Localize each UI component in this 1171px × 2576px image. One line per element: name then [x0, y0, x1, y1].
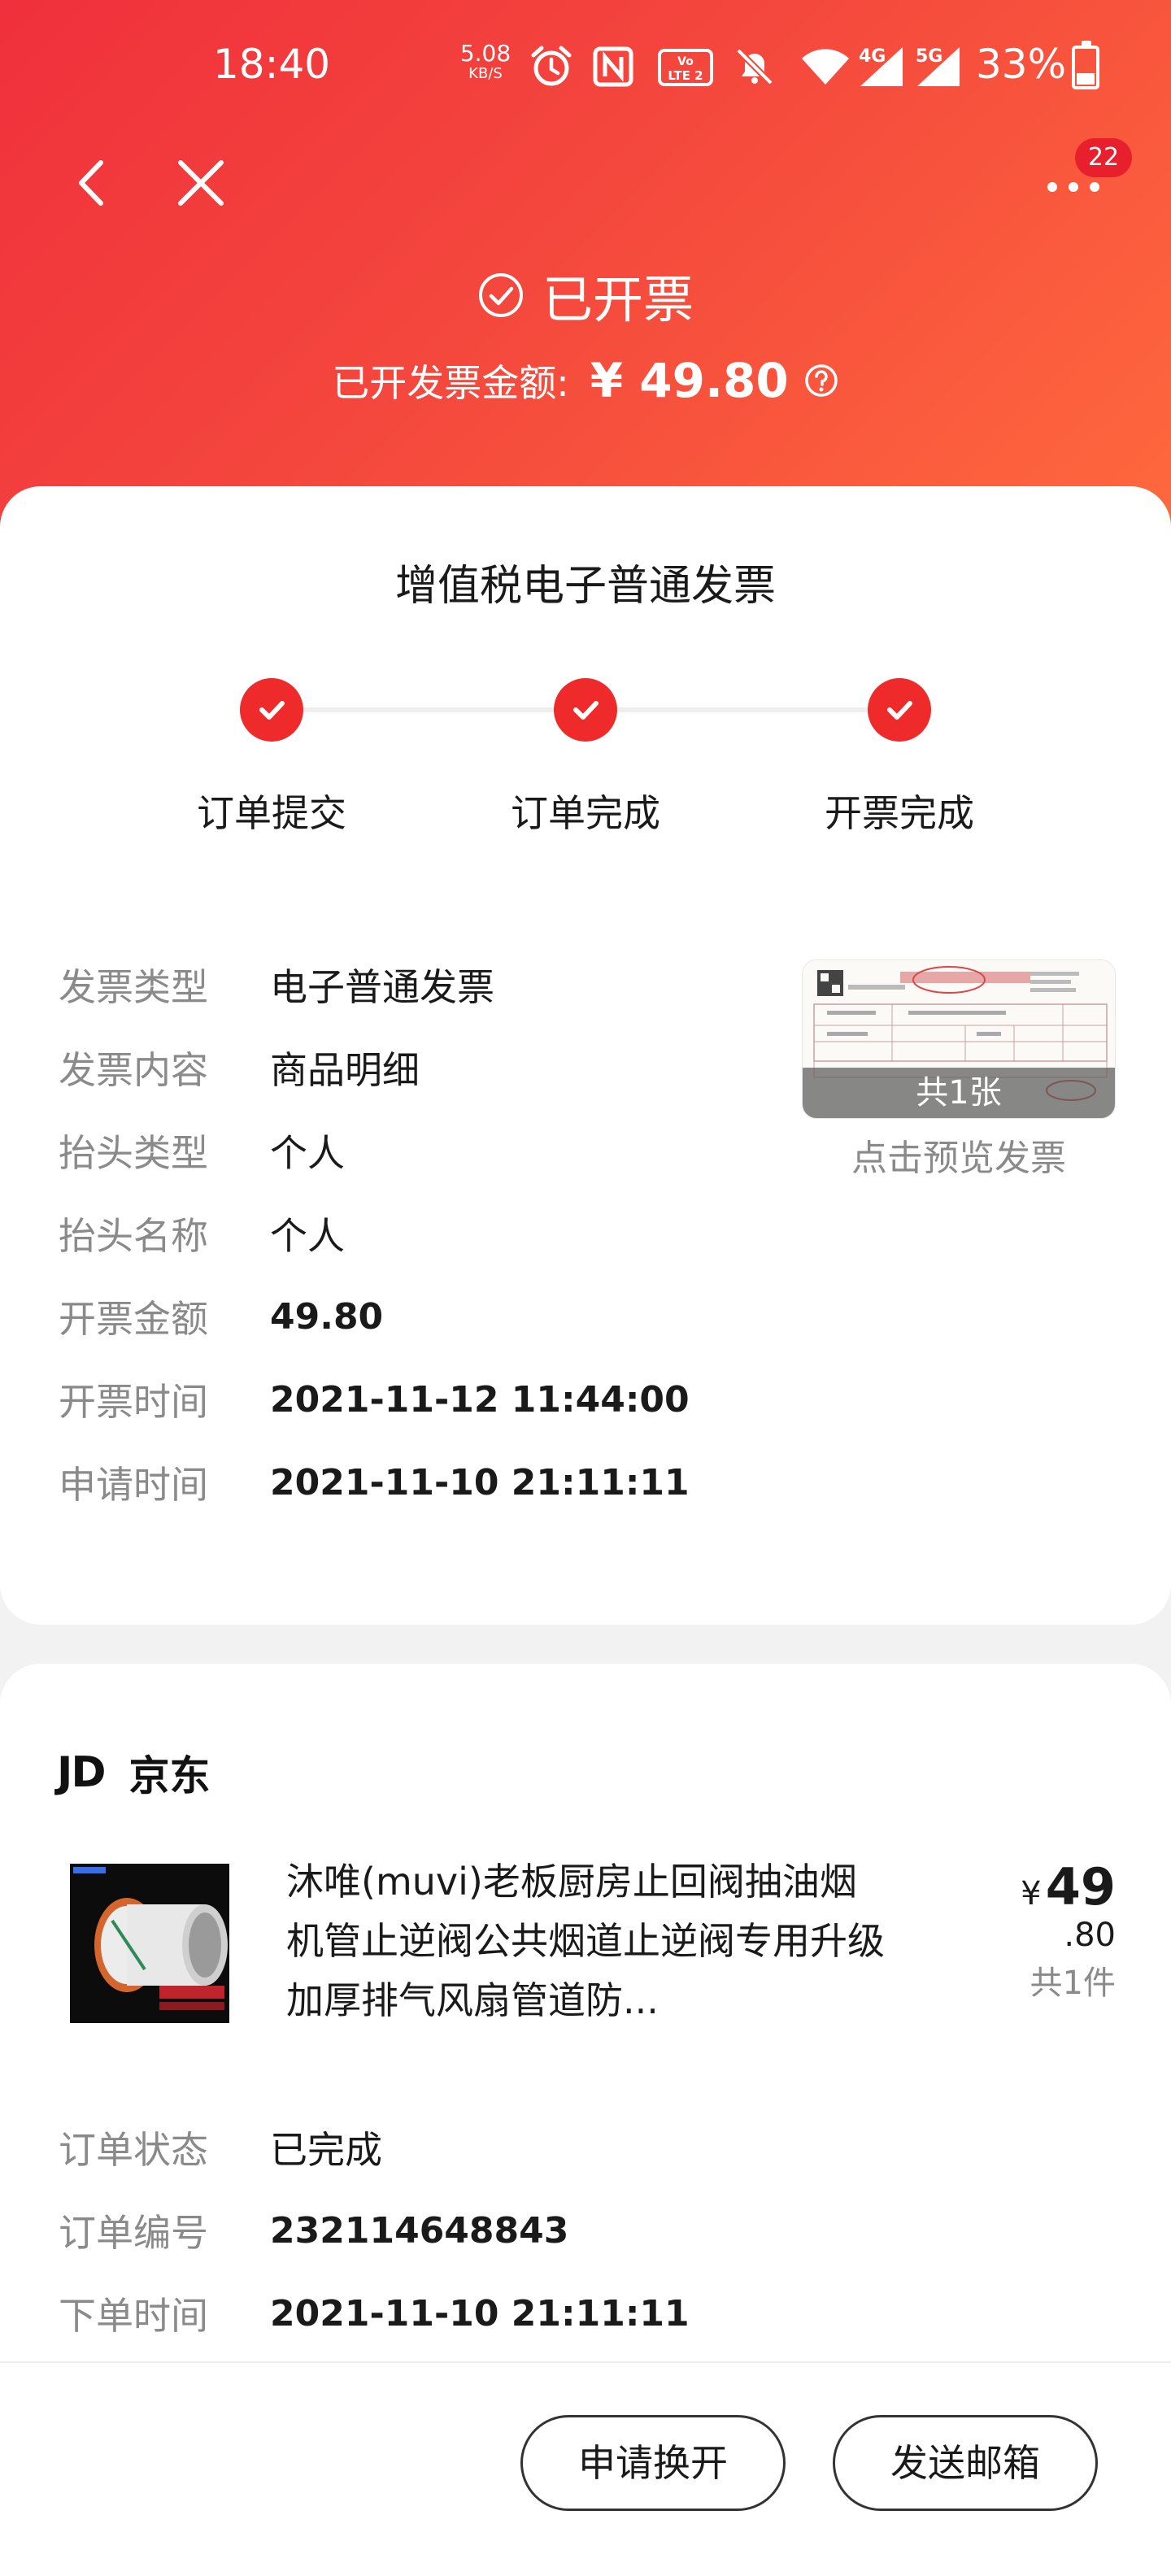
info-row-title-name: 抬头名称 个人: [59, 1205, 345, 1262]
send-email-button[interactable]: 发送邮箱: [833, 2415, 1098, 2511]
info-value: 49.80: [270, 1295, 384, 1338]
info-value: 个人: [270, 1214, 345, 1258]
status-time: 18:40: [213, 41, 331, 88]
invoiced-amount-value: ¥ 49.80: [590, 353, 789, 408]
nfc-icon: [593, 46, 633, 87]
invoice-status-text: 已开票: [542, 270, 694, 329]
signal-5g-label: 5G: [916, 46, 942, 67]
check-circle-icon: [478, 273, 523, 317]
info-row-order-time: 下单时间 2021-11-10 21:11:11: [59, 2285, 690, 2342]
network-speed: 5.08 KB/S: [457, 42, 514, 81]
invoice-count: 共1张: [803, 1068, 1115, 1118]
step-check-icon: [240, 678, 303, 742]
invoice-title: 增值税电子普通发票: [394, 562, 776, 611]
info-value: 电子普通发票: [270, 965, 494, 1009]
step-invoice-completed: 开票完成: [794, 678, 1005, 838]
step-label: 订单完成: [511, 791, 660, 835]
alarm-icon: [531, 46, 572, 86]
price-currency: ¥: [1021, 1875, 1042, 1912]
volte-icon: Vo LTE 2: [658, 49, 713, 86]
signal-4g-icon: 4G: [859, 46, 903, 86]
info-key: 订单编号: [59, 2211, 208, 2255]
product-price: ¥ 49 .80: [968, 1857, 1116, 1954]
info-row-apply-time: 申请时间 2021-11-10 21:11:11: [59, 1454, 690, 1511]
info-value: 2021-11-12 11:44:00: [270, 1378, 690, 1421]
reissue-invoice-button[interactable]: 申请换开: [520, 2415, 786, 2511]
info-value: 商品明细: [270, 1048, 420, 1092]
status-bar: 18:40 5.08 KB/S Vo LTE 2 4G 5G 33%: [0, 33, 1171, 98]
notification-badge: 22: [1075, 138, 1132, 177]
info-key: 抬头名称: [59, 1214, 208, 1258]
shop-header[interactable]: JD 京东: [57, 1743, 211, 1802]
info-row-invoice-type: 发票类型 电子普通发票: [59, 956, 494, 1013]
step-label: 开票完成: [825, 791, 974, 835]
product-image[interactable]: [70, 1864, 229, 2023]
product-quantity: 共1件: [1030, 1965, 1116, 2002]
info-key: 发票内容: [59, 1048, 208, 1092]
invoice-status: 已开票: [0, 259, 1171, 332]
info-value: 232114648843: [270, 2209, 569, 2252]
price-integer: 49: [1045, 1857, 1116, 1917]
info-row-order-number: 订单编号 232114648843: [59, 2202, 568, 2259]
info-row-invoice-amount: 开票金额 49.80: [59, 1288, 383, 1345]
info-row-title-type: 抬头类型 个人: [59, 1122, 345, 1179]
info-value: 个人: [270, 1131, 345, 1175]
network-speed-unit: KB/S: [468, 65, 503, 82]
bottom-action-bar: 申请换开 发送邮箱: [0, 2361, 1171, 2576]
info-key: 抬头类型: [59, 1131, 208, 1175]
back-icon[interactable]: [65, 154, 122, 211]
network-speed-value: 5.08: [459, 40, 511, 67]
help-icon[interactable]: [803, 363, 839, 398]
volte-label: LTE 2: [668, 68, 703, 83]
step-order-completed: 订单完成: [480, 678, 691, 838]
info-row-order-status: 订单状态 已完成: [59, 2119, 382, 2176]
step-order-submitted: 订单提交: [166, 678, 377, 838]
info-value: 已完成: [270, 2128, 382, 2172]
step-label: 订单提交: [197, 791, 346, 835]
invoiced-amount: 已开发票金额: ¥ 49.80: [0, 348, 1171, 413]
info-key: 开票时间: [59, 1380, 208, 1424]
info-row-invoice-time: 开票时间 2021-11-12 11:44:00: [59, 1371, 690, 1428]
close-icon[interactable]: [172, 154, 229, 211]
info-key: 下单时间: [59, 2294, 208, 2338]
invoice-preview-thumbnail[interactable]: 共1张: [802, 959, 1116, 1119]
preview-invoice-link[interactable]: 点击预览发票: [802, 1129, 1116, 1181]
info-row-invoice-content: 发票内容 商品明细: [59, 1039, 420, 1096]
invoice-card: 增值税电子普通发票 订单提交 订单完成 开票完成 发票类型 电子普通发票 发票内…: [0, 486, 1171, 1625]
mute-bell-icon: [736, 48, 773, 85]
signal-5g-icon: 5G: [916, 46, 960, 86]
jd-logo: JD: [57, 1748, 106, 1797]
step-check-icon: [554, 678, 617, 742]
invoiced-amount-label: 已开发票金额:: [332, 361, 569, 405]
info-key: 开票金额: [59, 1297, 208, 1341]
signal-4g-label: 4G: [859, 46, 886, 67]
svg-text:Vo: Vo: [677, 55, 694, 68]
wifi-icon: [802, 49, 849, 85]
info-key: 发票类型: [59, 965, 208, 1009]
info-value: 2021-11-10 21:11:11: [270, 1461, 690, 1503]
info-value: 2021-11-10 21:11:11: [270, 2292, 690, 2334]
price-decimal: .80: [1064, 1917, 1116, 1954]
battery-percent: 33%: [976, 41, 1067, 88]
check-valve-image: [70, 1864, 229, 2023]
step-check-icon: [868, 678, 931, 742]
shop-name: 京东: [128, 1752, 211, 1799]
info-key: 订单状态: [59, 2128, 208, 2172]
product-title[interactable]: 沐唯(muvi)老板厨房止回阀抽油烟机管止逆阀公共烟道止逆阀专用升级加厚排气风扇…: [286, 1852, 888, 2030]
battery-icon: [1072, 41, 1099, 89]
info-key: 申请时间: [59, 1463, 208, 1507]
